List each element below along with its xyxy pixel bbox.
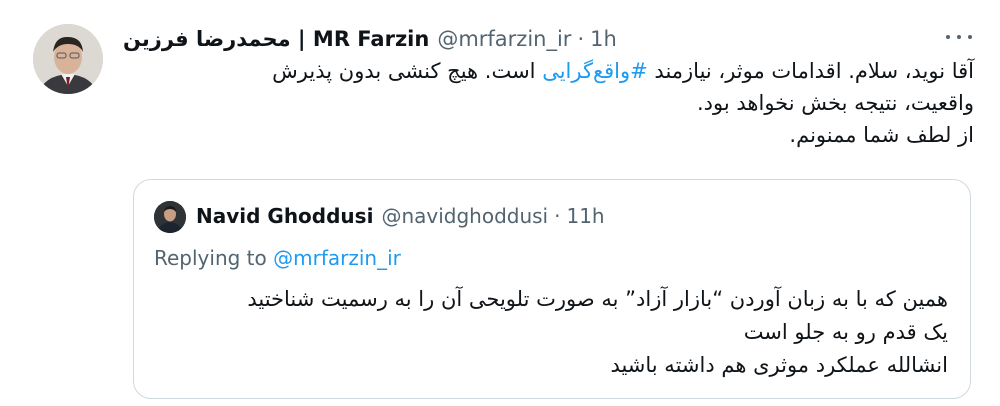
replying-to-handle[interactable]: @mrfarzin_ir [273, 246, 401, 270]
quoted-tweet-header: Navid Ghoddusi @navidghoddusi · 11h [196, 200, 605, 232]
author-handle[interactable]: @mrfarzin_ir [437, 23, 571, 55]
quoted-tweet[interactable]: Navid Ghoddusi @navidghoddusi · 11h Repl… [133, 179, 971, 399]
tweet-time[interactable]: 1h [590, 23, 617, 55]
quoted-author-handle: @navidghoddusi [381, 204, 549, 228]
replying-to-label: Replying to [154, 246, 267, 270]
more-dot [946, 35, 950, 39]
tweet-text-line-2: واقعیت، نتیجه بخش نخواهد بود. [697, 91, 974, 115]
quoted-text-line-3: انشالله عملکرد موثری هم داشته باشید [610, 353, 948, 377]
hashtag-link[interactable]: #واقع‌گرایی [542, 59, 648, 83]
quoted-author-name: Navid Ghoddusi [196, 204, 374, 228]
quoted-tweet-time: 11h [566, 204, 605, 228]
tweet-text-line-1: آقا نوید، سلام. اقدامات موثر، نیازمند #و… [134, 55, 974, 87]
more-dot [957, 35, 961, 39]
tweet-header: محمدرضا فرزین | MR Farzin @mrfarzin_ir ·… [123, 23, 617, 55]
separator-dot: · [554, 204, 561, 228]
tweet-text-line-3: از لطف شما ممنونم. [789, 123, 974, 147]
quoted-author-avatar[interactable] [154, 201, 186, 233]
more-dot [968, 35, 972, 39]
author-name[interactable]: محمدرضا فرزین | MR Farzin [123, 23, 429, 55]
tweet-text-segment: آقا نوید، سلام. اقدامات موثر، نیازمند [647, 59, 974, 83]
tweet-text-segment: است. هیچ کنشی بدون پذیرش [272, 59, 543, 83]
quoted-text-line-1: همین که با به زبان آوردن “بازار آزاد” به… [247, 287, 948, 311]
more-options-icon[interactable] [946, 30, 972, 44]
separator-dot: · [577, 27, 585, 51]
quoted-text-line-2: یک قدم رو به جلو است [743, 320, 948, 344]
quoted-tweet-text: همین که با به زبان آوردن “بازار آزاد” به… [158, 283, 948, 382]
tweet-text: آقا نوید، سلام. اقدامات موثر، نیازمند #و… [134, 55, 974, 151]
quoted-avatar-image [154, 201, 186, 233]
author-avatar[interactable] [33, 24, 103, 94]
author-avatar-image [33, 24, 103, 94]
replying-to: Replying to @mrfarzin_ir [154, 242, 401, 274]
